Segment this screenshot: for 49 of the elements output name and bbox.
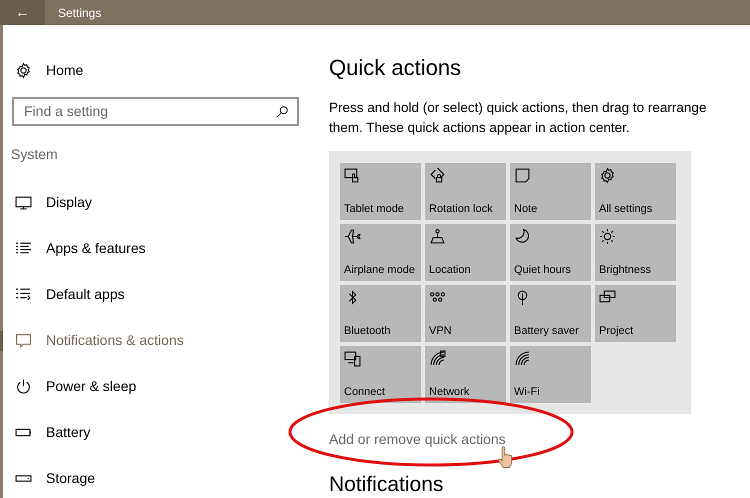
sidebar-item[interactable]: Power & sleep [3,363,326,409]
note-icon [514,167,531,184]
wifi-icon [514,350,531,367]
quick-action-tile[interactable]: VPN [425,285,506,342]
sun-icon [599,228,616,245]
list-icon [15,286,32,302]
quick-action-tile[interactable]: Bluetooth [340,285,421,342]
quick-action-tile[interactable]: Battery saver [510,285,591,342]
power-icon [15,378,32,394]
monitor-icon [15,194,32,210]
sidebar-item[interactable]: Apps & features [3,225,326,271]
sidebar-item[interactable]: Default apps [3,271,326,317]
section-label: System [10,145,59,164]
quick-action-tile[interactable]: Note [510,163,591,220]
moon-icon [514,228,531,245]
page-title: Quick actions [329,54,462,82]
sidebar-item[interactable]: Display [3,179,326,225]
tablet-hand-icon [344,167,361,184]
window-title: Settings [58,4,102,22]
quick-action-tile[interactable]: Project [595,285,676,342]
quick-action-tile[interactable]: Connect [340,346,421,403]
quick-action-tile[interactable]: Network [425,346,506,403]
hand-cursor-icon [498,446,513,469]
back-button[interactable]: ← [0,0,45,25]
quick-action-tile[interactable]: Brightness [595,224,676,281]
search-icon [275,104,289,118]
location-icon [429,228,446,245]
quick-action-tile[interactable]: Wi-Fi [510,346,591,403]
speech-bubble-icon [15,332,32,348]
quick-action-tile[interactable]: All settings [595,163,676,220]
quick-actions-link[interactable]: Add or remove quick actions [329,429,506,450]
gear-icon [599,167,616,184]
gear-icon [15,62,32,78]
list-icon [15,240,32,256]
network-icon [429,350,446,367]
lock-icon [429,167,446,184]
quick-action-tile[interactable]: Quiet hours [510,224,591,281]
sidebar-item[interactable]: Notifications & actions [3,317,326,363]
sidebar-item[interactable]: Battery [3,409,326,455]
quick-action-tile[interactable]: Location [425,224,506,281]
home-link[interactable]: Home [3,47,326,93]
connect-icon [344,350,361,367]
sidebar-item[interactable]: Storage [3,455,326,498]
quick-action-tile[interactable]: Tablet mode [340,163,421,220]
description-text: Press and hold (or select) quick actions, then drag to rearrange them. These quick actions appear in action center. [329,99,708,137]
section-heading: Notifications [329,472,444,498]
search-field[interactable]: Find a setting [12,97,299,126]
quick-action-tile[interactable]: Rotation lock [425,163,506,220]
quick-action-tile[interactable]: Airplane mode [340,224,421,281]
